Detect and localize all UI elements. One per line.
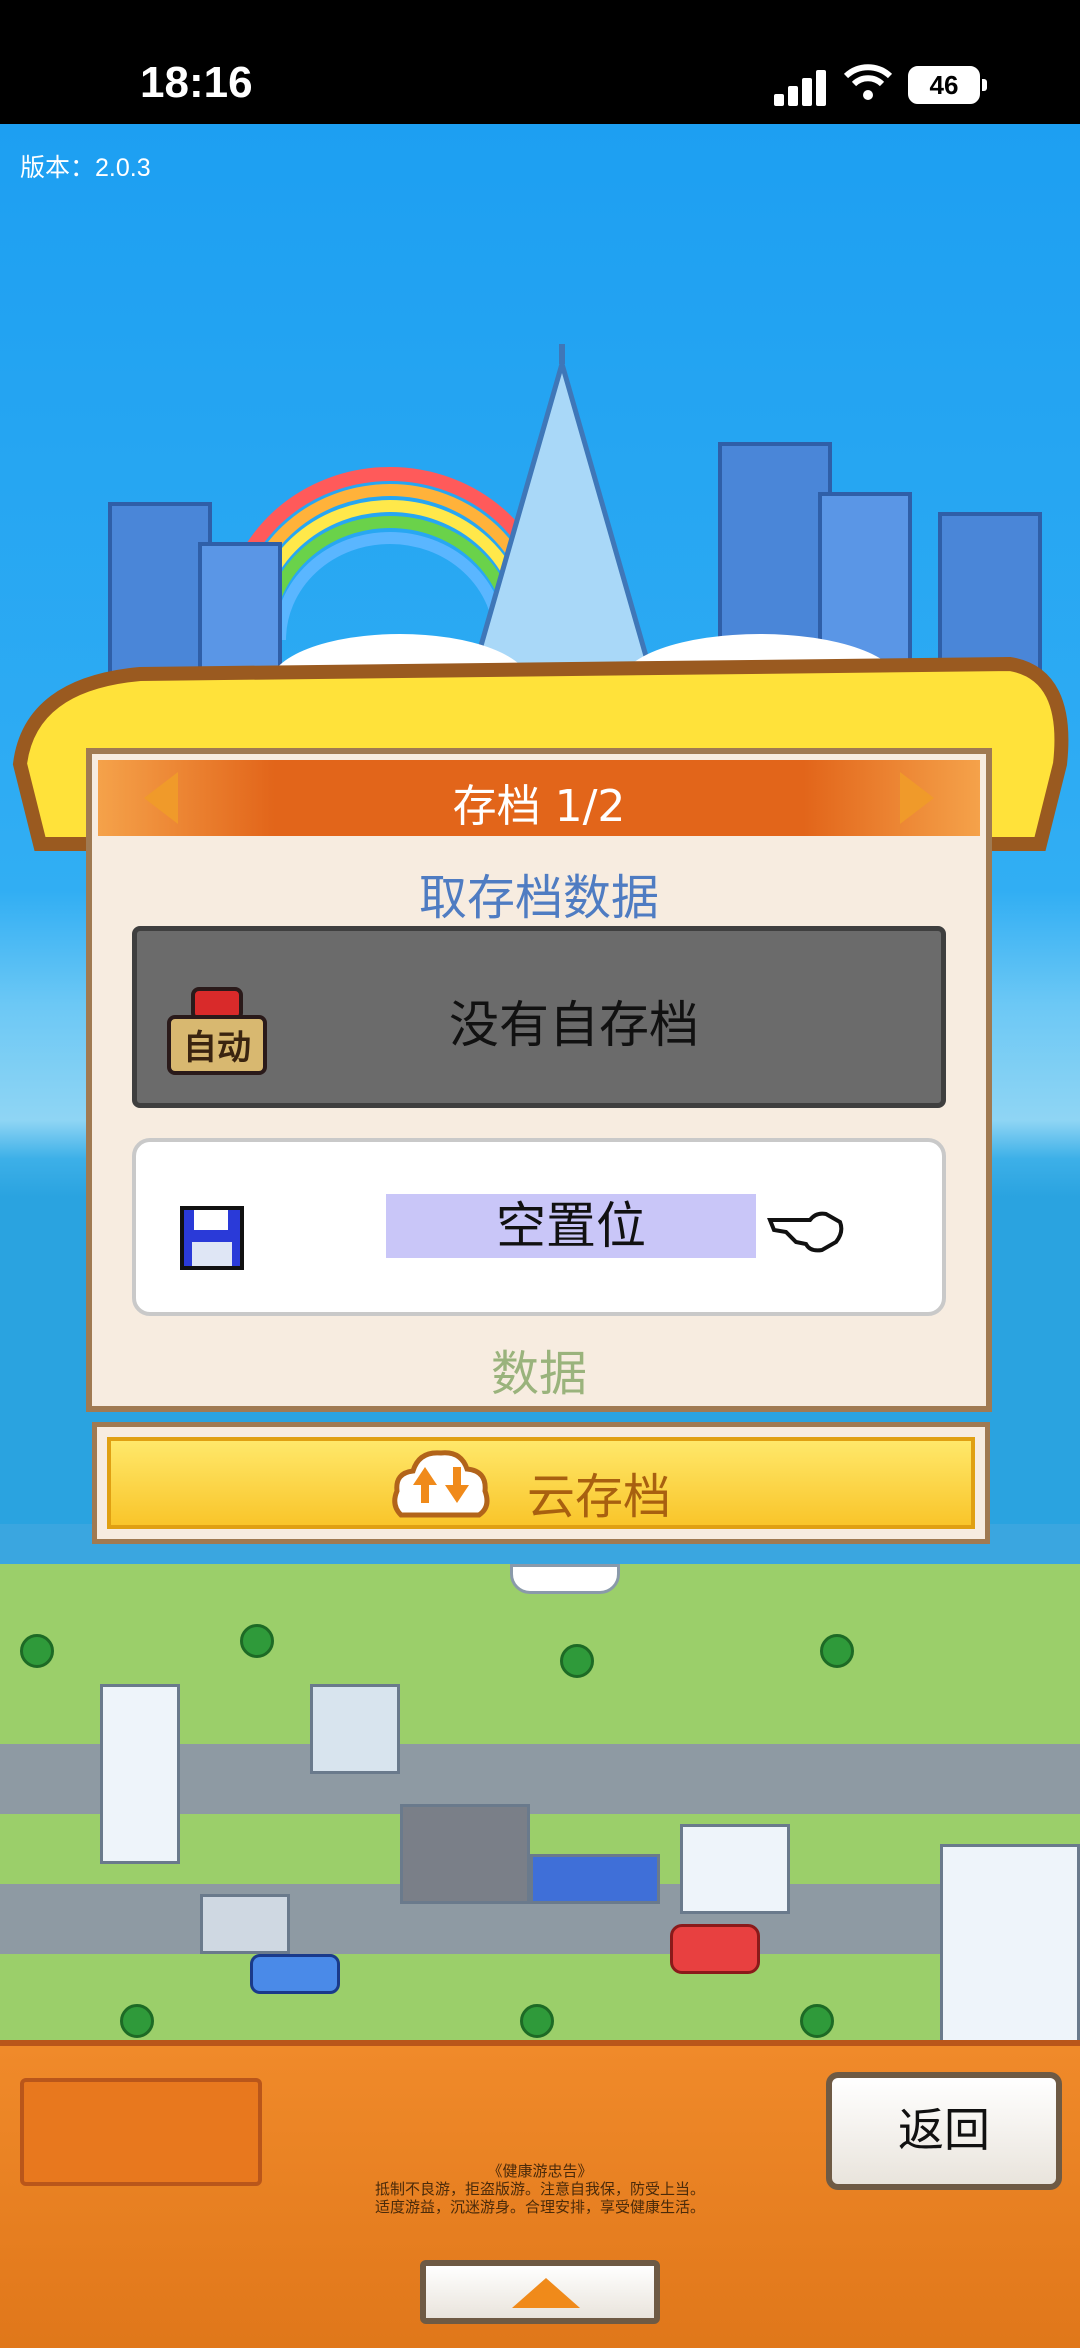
tree xyxy=(120,2004,154,2038)
save-dialog: 存档 1/2 取存档数据 自动 没有自存档 空置位 数据 xyxy=(86,748,992,1412)
status-bar: 18:16 46 xyxy=(0,0,1080,124)
auto-save-slot[interactable]: 自动 没有自存档 xyxy=(132,926,946,1108)
city-building xyxy=(100,1684,180,1864)
city-building xyxy=(530,1854,660,1904)
expand-up-button[interactable] xyxy=(420,2260,660,2324)
ship xyxy=(510,1564,620,1594)
empty-save-slot[interactable]: 空置位 xyxy=(132,1138,946,1316)
tree xyxy=(240,1624,274,1658)
cloud-sync-icon xyxy=(392,1450,490,1518)
tree xyxy=(20,1634,54,1668)
next-page-arrow-icon[interactable] xyxy=(900,772,934,824)
health-notice-line: 抵制不良游，拒盗版游。注意自我保，防受上当。 xyxy=(374,2180,705,2198)
cloud-save-button[interactable]: 云存档 xyxy=(92,1422,990,1544)
tree xyxy=(800,2004,834,2038)
empty-slot-label: 空置位 xyxy=(386,1194,756,1258)
auto-save-label: 没有自存档 xyxy=(449,996,699,1054)
pointing-hand-icon xyxy=(767,1211,844,1253)
city-building xyxy=(310,1684,400,1774)
tree xyxy=(820,1634,854,1668)
version-label: 版本：2.0.3 xyxy=(20,154,151,182)
floppy-disk-icon xyxy=(180,1206,244,1270)
health-notice: 《健康游忠告》 抵制不良游，拒盗版游。注意自我保，防受上当。 适度游益，沉迷游身… xyxy=(0,2162,1080,2216)
tree xyxy=(560,1644,594,1678)
up-arrow-icon xyxy=(512,2278,580,2308)
health-notice-title: 《健康游忠告》 xyxy=(487,2162,593,2180)
data-label: 数据 xyxy=(490,1346,587,1402)
bottom-bar: 返回 《健康游忠告》 抵制不良游，拒盗版游。注意自我保，防受上当。 适度游益，沉… xyxy=(0,2040,1080,2348)
city-building xyxy=(400,1804,530,1904)
dialog-subtitle: 取存档数据 xyxy=(418,870,659,926)
tree xyxy=(520,2004,554,2038)
cloud-save-label: 云存档 xyxy=(527,1469,672,1525)
red-car xyxy=(670,1924,760,1974)
blue-car xyxy=(250,1954,340,1994)
cloud-save-button-face: 云存档 xyxy=(107,1437,975,1529)
cellular-signal-icon xyxy=(774,70,828,106)
status-time: 18:16 xyxy=(140,58,253,107)
health-notice-line: 适度游益，沉迷游身。合理安排，享受健康生活。 xyxy=(374,2198,705,2216)
city-building xyxy=(940,1844,1080,2040)
battery-icon: 46 xyxy=(908,66,987,104)
city-building xyxy=(680,1824,790,1914)
city-building xyxy=(200,1894,290,1954)
dialog-header: 存档 1/2 xyxy=(98,760,980,836)
wifi-icon xyxy=(843,64,893,100)
dialog-title: 存档 1/2 xyxy=(452,781,626,832)
